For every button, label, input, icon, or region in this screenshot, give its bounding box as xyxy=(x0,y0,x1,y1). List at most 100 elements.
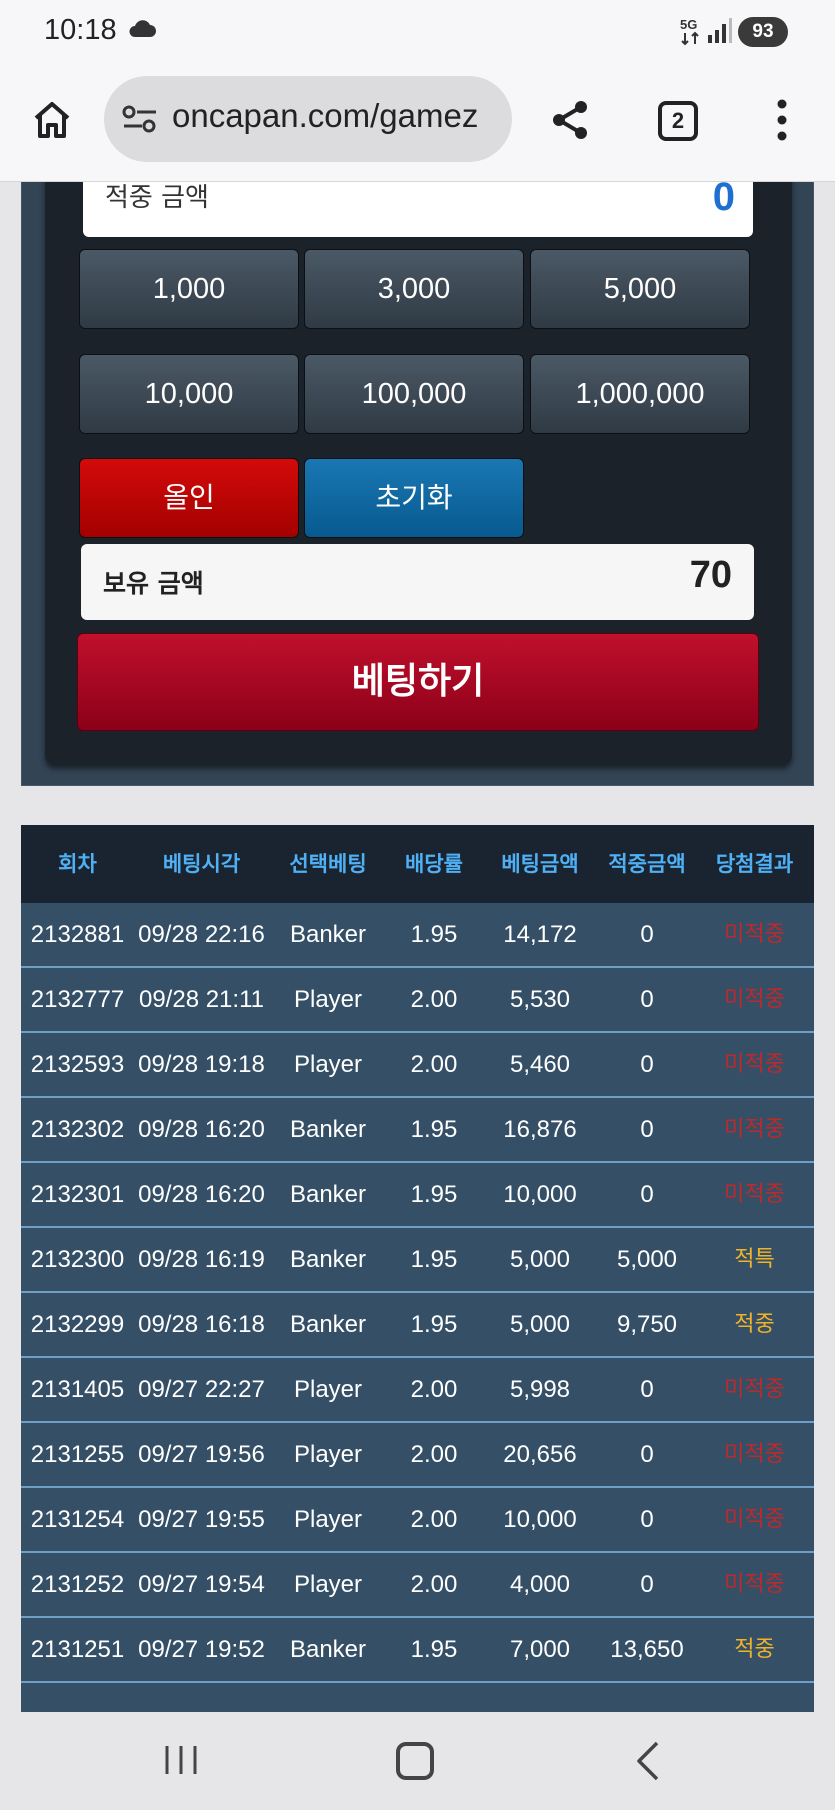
cell-odds: 2.00 xyxy=(410,1051,458,1078)
more-menu-icon[interactable] xyxy=(770,98,794,142)
chip-button-1000000[interactable]: 1,000,000 xyxy=(530,354,750,434)
cell-round: 2132302 xyxy=(30,1116,125,1143)
cell-result: 미적중 xyxy=(724,987,785,1012)
cell-selection: Banker xyxy=(289,1311,367,1338)
cell-result: 미적중 xyxy=(724,1377,785,1402)
cell-bet-amount: 7,000 xyxy=(509,1636,571,1663)
cell-round: 2132593 xyxy=(30,1051,125,1078)
cell-round: 2131251 xyxy=(30,1636,125,1663)
cell-round: 2131254 xyxy=(30,1506,125,1533)
status-time: 10:18 xyxy=(44,14,117,46)
signal-icon xyxy=(708,18,732,43)
cell-bet-time: 09/27 22:27 xyxy=(138,1376,265,1403)
share-icon[interactable] xyxy=(548,98,592,142)
system-nav-bar xyxy=(0,1712,835,1810)
page-content: 적중 금액 0 1,000 3,000 5,000 10,000 100,000… xyxy=(0,182,835,1712)
url-text: oncapan.com/gamez xyxy=(172,97,479,134)
header-bet-amount: 베팅금액 xyxy=(501,852,579,876)
cell-win-amount: 0 xyxy=(640,1116,654,1143)
header-selection: 선택베팅 xyxy=(289,852,367,876)
cell-round: 2131252 xyxy=(30,1571,125,1598)
table-row: 2132301 09/28 16:20 Banker 1.95 10,000 0 미적중 xyxy=(21,1163,814,1228)
cell-odds: 1.95 xyxy=(410,1116,458,1143)
cell-selection: Player xyxy=(293,1571,363,1598)
recents-icon[interactable] xyxy=(163,1742,199,1778)
cell-selection: Player xyxy=(293,1441,363,1468)
cell-bet-time: 09/28 16:19 xyxy=(138,1246,265,1273)
bet-history-table: 회차 베팅시각 선택베팅 배당률 베팅금액 적중금액 당첨결과 2132881 0… xyxy=(21,825,814,1712)
address-bar[interactable]: oncapan.com/gamez xyxy=(104,76,512,162)
all-in-button[interactable]: 올인 xyxy=(79,458,299,538)
cell-win-amount: 13,650 xyxy=(610,1636,684,1663)
cell-odds: 2.00 xyxy=(410,986,458,1013)
browser-toolbar: oncapan.com/gamez 2 xyxy=(0,62,835,182)
cell-bet-time: 09/28 16:18 xyxy=(138,1311,265,1338)
tabs-icon[interactable]: 2 xyxy=(658,101,698,141)
reset-button[interactable]: 초기화 xyxy=(304,458,524,538)
cell-round: 2132777 xyxy=(30,986,125,1013)
cell-round: 2132300 xyxy=(30,1246,125,1273)
cell-selection: Banker xyxy=(289,921,367,948)
cell-result: 미적중 xyxy=(724,1052,785,1077)
cell-bet-time: 09/27 19:55 xyxy=(138,1506,265,1533)
cell-bet-time: 09/28 16:20 xyxy=(138,1181,265,1208)
cell-odds: 2.00 xyxy=(410,1506,458,1533)
balance-box: 보유 금액 70 xyxy=(81,544,754,620)
header-odds: 배당률 xyxy=(405,852,463,876)
cell-bet-time: 09/27 19:52 xyxy=(138,1636,265,1663)
table-row: 2132300 09/28 16:19 Banker 1.95 5,000 5,000 적특 xyxy=(21,1228,814,1293)
chip-button-10000[interactable]: 10,000 xyxy=(79,354,299,434)
cloud-icon xyxy=(129,20,156,37)
back-icon[interactable] xyxy=(635,1740,661,1782)
chip-button-5000[interactable]: 5,000 xyxy=(530,249,750,329)
win-amount-box: 적중 금액 0 xyxy=(83,182,753,237)
cell-result: 적중 xyxy=(734,1637,775,1662)
balance-label: 보유 금액 xyxy=(103,569,204,598)
cell-bet-amount: 5,000 xyxy=(509,1246,571,1273)
header-win-amount: 적중금액 xyxy=(608,852,686,876)
chip-button-100000[interactable]: 100,000 xyxy=(304,354,524,434)
battery-indicator: 93 xyxy=(738,17,788,47)
cell-result: 적중 xyxy=(734,1312,775,1337)
balance-value: 70 xyxy=(689,554,732,596)
cell-round: 2132299 xyxy=(30,1311,125,1338)
table-row: 2131254 09/27 19:55 Player 2.00 10,000 0 미적중 xyxy=(21,1488,814,1553)
home-icon[interactable] xyxy=(32,100,72,140)
cell-bet-time: 09/28 16:20 xyxy=(138,1116,265,1143)
cell-odds: 2.00 xyxy=(410,1571,458,1598)
cell-selection: Banker xyxy=(289,1636,367,1663)
cell-selection: Banker xyxy=(289,1246,367,1273)
chip-button-3000[interactable]: 3,000 xyxy=(304,249,524,329)
header-result: 당첨결과 xyxy=(715,852,794,876)
cell-bet-amount: 10,000 xyxy=(503,1506,577,1533)
cell-round: 2131405 xyxy=(30,1376,125,1403)
cell-result: 미적중 xyxy=(724,1442,785,1467)
table-row: 2131251 09/27 19:52 Banker 1.95 7,000 13,650 적… xyxy=(21,1618,814,1683)
status-bar: 10:18 5G 93 xyxy=(0,0,835,62)
table-row: 2131255 09/27 19:56 Player 2.00 20,656 0 미적중 xyxy=(21,1423,814,1488)
chip-button-1000[interactable]: 1,000 xyxy=(79,249,299,329)
cell-bet-amount: 4,000 xyxy=(509,1571,571,1598)
cell-win-amount: 0 xyxy=(640,921,654,948)
cell-win-amount: 0 xyxy=(640,1441,654,1468)
site-settings-icon[interactable] xyxy=(122,105,158,133)
cell-odds: 2.00 xyxy=(410,1376,458,1403)
cell-bet-amount: 5,460 xyxy=(509,1051,571,1078)
place-bet-button[interactable]: 베팅하기 xyxy=(77,633,759,731)
cell-win-amount: 5,000 xyxy=(616,1246,678,1273)
table-row: 2132299 09/28 16:18 Banker 1.95 5,000 9,750 적중 xyxy=(21,1293,814,1358)
header-round: 회차 xyxy=(58,852,97,876)
cell-result: 미적중 xyxy=(724,1507,785,1532)
nav-home-icon[interactable] xyxy=(396,1742,434,1780)
cell-bet-amount: 20,656 xyxy=(503,1441,577,1468)
screen: 10:18 5G 93 oncapan.com/gamez 2 적중 금액 0 … xyxy=(0,0,835,1810)
cell-odds: 1.95 xyxy=(410,1311,458,1338)
cell-win-amount: 9,750 xyxy=(616,1311,678,1338)
cell-win-amount: 0 xyxy=(640,986,654,1013)
cell-bet-time: 09/28 22:16 xyxy=(138,921,265,948)
cell-bet-amount: 5,000 xyxy=(509,1311,571,1338)
win-amount-value: 0 xyxy=(712,182,735,219)
cell-bet-amount: 14,172 xyxy=(503,921,577,948)
cell-result: 미적중 xyxy=(724,922,785,947)
cell-round: 2132881 xyxy=(30,921,125,948)
